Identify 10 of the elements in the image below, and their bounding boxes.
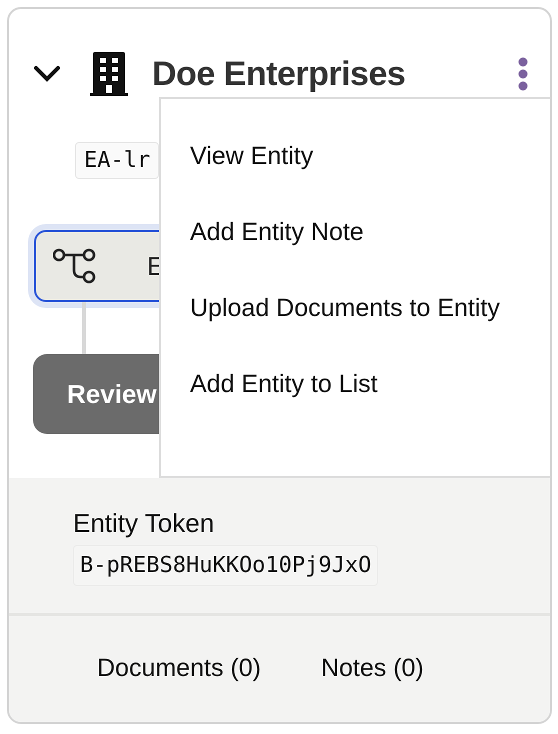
token-label: Entity Token [73,508,214,539]
menu-item[interactable]: View Entity [161,132,550,180]
entity-code: EA-lr [75,142,160,179]
more-options-icon[interactable] [518,57,528,91]
tab[interactable]: Notes (0) [320,654,424,683]
building-icon [90,52,128,96]
chevron-icon[interactable] [33,65,61,83]
entity-name: Doe Enterprises [152,54,406,94]
token-value: B-pREBS8HuKKOo10Pj9JxO [73,545,378,586]
tab[interactable]: Documents (0) [97,654,261,683]
